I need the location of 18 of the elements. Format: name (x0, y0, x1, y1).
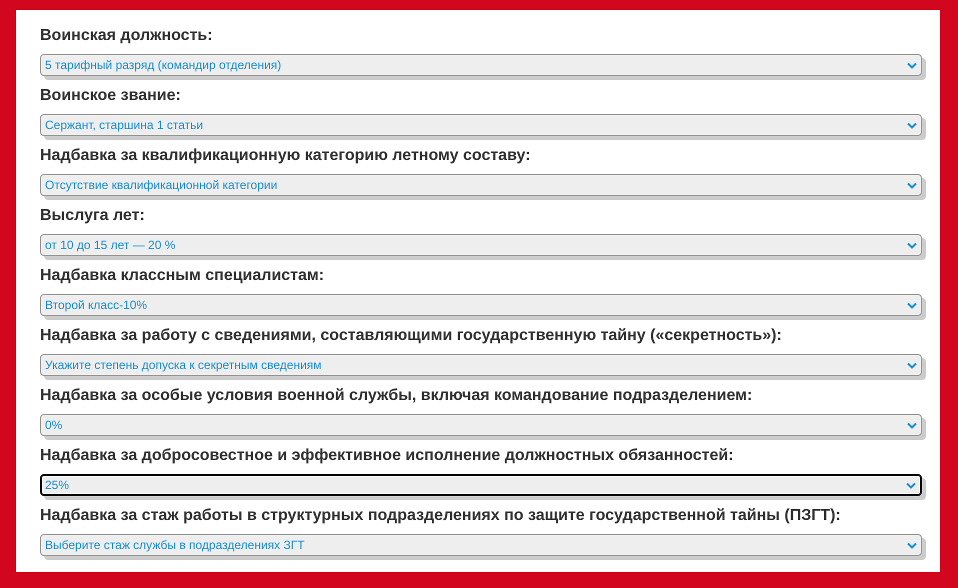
field-label: Надбавка за работу с сведениями, составляющими государственную тайну («секретность»): (40, 326, 783, 346)
field-label: Выслуга лет: (40, 206, 146, 226)
chevron-down-icon (907, 302, 917, 308)
chevron-down-icon (907, 362, 917, 368)
chevron-down-icon (907, 62, 917, 68)
chevron-down-icon (906, 482, 916, 488)
field-label: Надбавка за квалификационную категорию летному составу: (40, 146, 532, 166)
chevron-down-icon (907, 542, 917, 548)
field-label: Надбавка за стаж работы в структурных подразделениях по защите государственной тайны (ПЗГТ): (40, 506, 842, 526)
field-label: Воинская должность: (40, 26, 214, 46)
field-label: Надбавка за добросовестное и эффективное исполнение должностных обязанностей: (40, 446, 735, 466)
chevron-down-icon (907, 122, 917, 128)
chevron-down-icon (907, 182, 917, 188)
chevron-down-icon (907, 422, 917, 428)
field-label: Надбавка классным специалистам: (40, 266, 326, 286)
chevron-down-icon (907, 242, 917, 248)
field-label: Надбавка за особые условия военной службы, включая командование подразделением: (40, 386, 754, 406)
field-label: Воинское звание: (40, 86, 182, 106)
